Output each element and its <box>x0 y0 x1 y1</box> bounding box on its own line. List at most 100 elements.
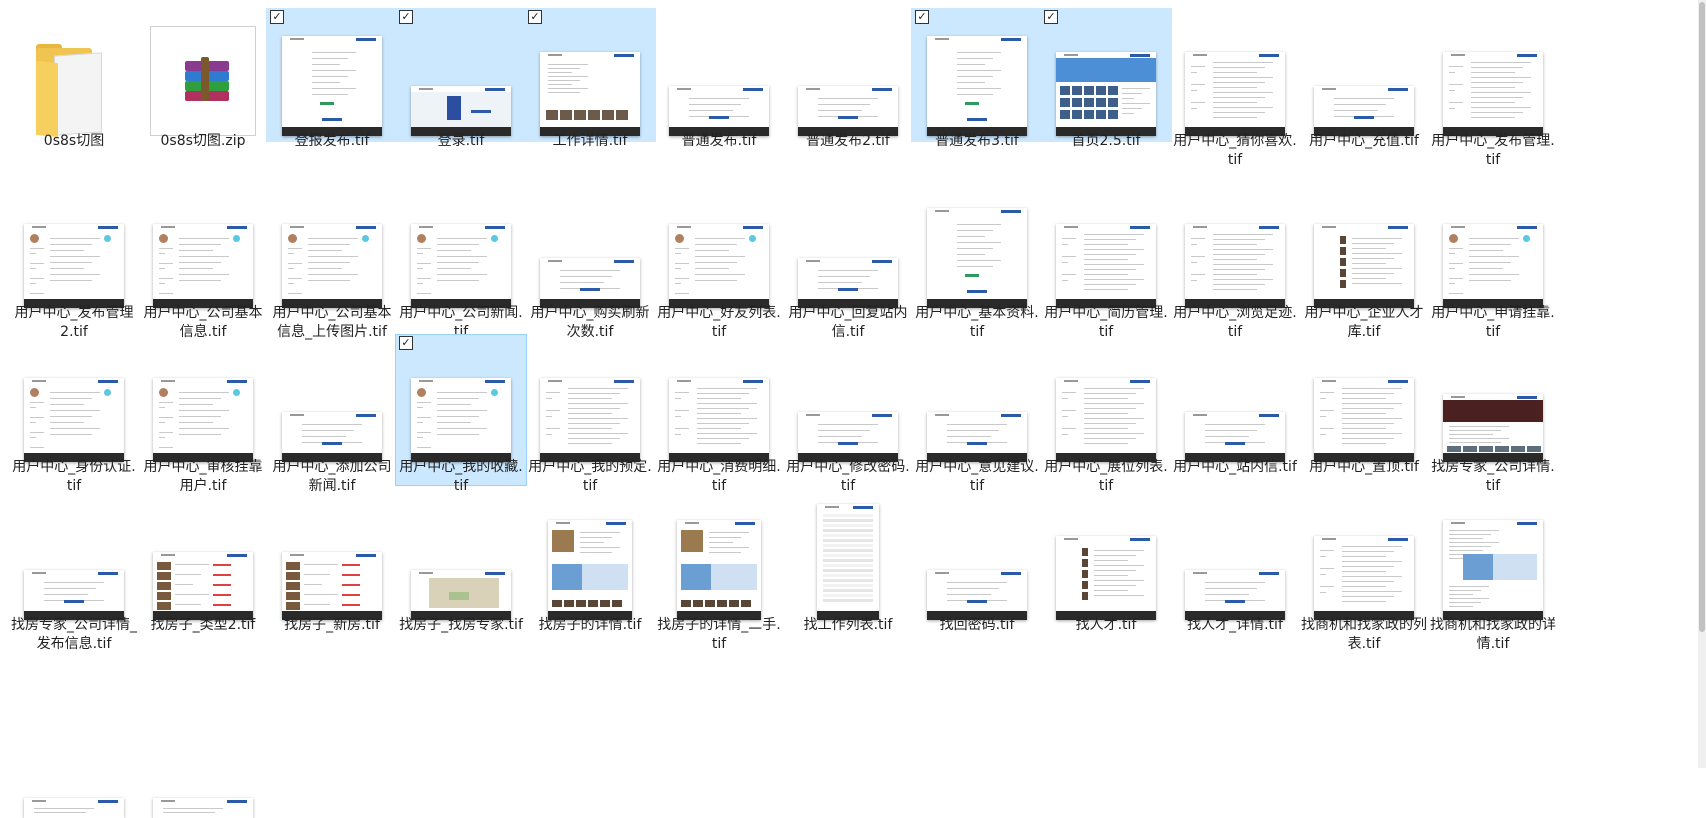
logo-mark <box>1193 226 1207 228</box>
text-line <box>50 416 92 417</box>
text-line <box>312 52 356 53</box>
file-thumbnail[interactable] <box>659 500 779 620</box>
text-line <box>1352 273 1394 274</box>
file-thumbnail[interactable] <box>1046 500 1166 620</box>
hero-banner <box>1056 58 1156 82</box>
file-thumbnail[interactable] <box>272 188 392 308</box>
text-line <box>1449 538 1483 539</box>
file-thumbnail[interactable] <box>1175 500 1295 620</box>
file-name: 用户中心_身份认证.tif <box>12 459 136 494</box>
file-thumbnail[interactable] <box>401 342 521 462</box>
file-thumbnail[interactable] <box>1046 16 1166 136</box>
page-thumbnail <box>153 552 253 620</box>
file-thumbnail[interactable] <box>143 500 263 620</box>
file-thumbnail[interactable] <box>917 188 1037 308</box>
text-line <box>568 443 612 444</box>
checkbox[interactable]: ✓ <box>1044 10 1058 24</box>
file-thumbnail[interactable] <box>530 16 650 136</box>
text-line <box>818 282 862 283</box>
file-thumbnail[interactable] <box>401 188 521 308</box>
file-name: 用户中心_回复站内信.tif <box>788 305 908 340</box>
checkbox[interactable]: ✓ <box>528 10 542 24</box>
logo-mark <box>1322 226 1336 228</box>
file-thumbnail[interactable] <box>1175 16 1295 136</box>
scrollbar-thumb[interactable] <box>1699 2 1705 632</box>
file-thumbnail[interactable] <box>272 342 392 462</box>
text-line <box>308 274 358 275</box>
file-thumbnail[interactable] <box>917 16 1037 136</box>
file-thumbnail[interactable] <box>1304 188 1424 308</box>
file-thumbnail[interactable] <box>272 16 392 136</box>
file-thumbnail[interactable] <box>1433 188 1553 308</box>
file-thumbnail[interactable] <box>917 342 1037 462</box>
file-thumbnail[interactable] <box>14 188 134 308</box>
text-line <box>50 250 84 251</box>
photo <box>1463 446 1477 452</box>
file-thumbnail[interactable] <box>1304 16 1424 136</box>
checkbox[interactable]: ✓ <box>399 10 413 24</box>
file-thumbnail[interactable] <box>14 16 134 138</box>
page-thumbnail <box>153 224 253 308</box>
text-line <box>546 392 560 393</box>
file-thumbnail[interactable] <box>143 188 263 308</box>
photo <box>574 110 586 120</box>
text-line <box>1449 426 1509 427</box>
text-line <box>30 432 44 433</box>
file-thumbnail[interactable] <box>788 16 908 136</box>
button <box>322 442 342 445</box>
logo-mark <box>1322 88 1336 90</box>
file-thumbnail[interactable] <box>401 500 521 620</box>
nav-bar <box>227 554 247 557</box>
file-thumbnail[interactable] <box>143 698 263 818</box>
file-thumbnail[interactable] <box>1175 188 1295 308</box>
file-thumbnail[interactable] <box>788 188 908 308</box>
text-line <box>1449 550 1483 551</box>
file-thumbnail[interactable] <box>143 16 263 136</box>
file-thumbnail[interactable] <box>659 188 779 308</box>
text-line <box>1062 256 1076 257</box>
text-line <box>957 254 985 255</box>
list-row <box>823 554 873 557</box>
file-thumbnail[interactable] <box>14 500 134 620</box>
file-thumbnail[interactable] <box>14 698 134 818</box>
list-row <box>823 514 873 517</box>
page-thumbnail <box>24 798 124 818</box>
text-line <box>437 422 471 423</box>
file-thumbnail[interactable] <box>1433 16 1553 136</box>
file-thumbnail[interactable] <box>14 342 134 462</box>
file-thumbnail[interactable] <box>659 16 779 136</box>
file-thumbnail[interactable] <box>1304 500 1424 620</box>
text-line <box>1469 268 1503 269</box>
file-thumbnail[interactable] <box>1175 342 1295 462</box>
file-thumbnail[interactable] <box>1046 342 1166 462</box>
file-thumbnail[interactable] <box>143 342 263 462</box>
file-thumbnail[interactable] <box>659 342 779 462</box>
file-thumbnail[interactable] <box>1433 342 1553 462</box>
file-thumbnail[interactable] <box>788 342 908 462</box>
logo-mark <box>1451 54 1465 56</box>
file-thumbnail[interactable] <box>530 500 650 620</box>
text-line <box>957 236 985 237</box>
text-line <box>1213 264 1273 265</box>
file-thumbnail[interactable] <box>1433 500 1553 620</box>
text-line <box>1342 428 1386 429</box>
checkbox[interactable]: ✓ <box>399 336 413 350</box>
text-line <box>957 52 1001 53</box>
checkbox[interactable]: ✓ <box>270 10 284 24</box>
file-thumbnail[interactable] <box>917 500 1037 620</box>
checkbox[interactable]: ✓ <box>915 10 929 24</box>
file-thumbnail[interactable] <box>1304 342 1424 462</box>
logo-mark <box>32 226 46 228</box>
file-thumbnail[interactable] <box>788 500 908 620</box>
file-thumbnail[interactable] <box>272 500 392 620</box>
logo-mark <box>32 800 46 802</box>
file-thumbnail[interactable] <box>401 16 521 136</box>
nav-bar <box>872 260 892 263</box>
vertical-scrollbar[interactable] <box>1698 0 1706 768</box>
nav-bar <box>485 380 505 383</box>
text-line <box>1084 279 1144 280</box>
file-thumbnail[interactable] <box>1046 188 1166 308</box>
text-line <box>1191 256 1205 257</box>
file-thumbnail[interactable] <box>530 188 650 308</box>
file-thumbnail[interactable] <box>530 342 650 462</box>
